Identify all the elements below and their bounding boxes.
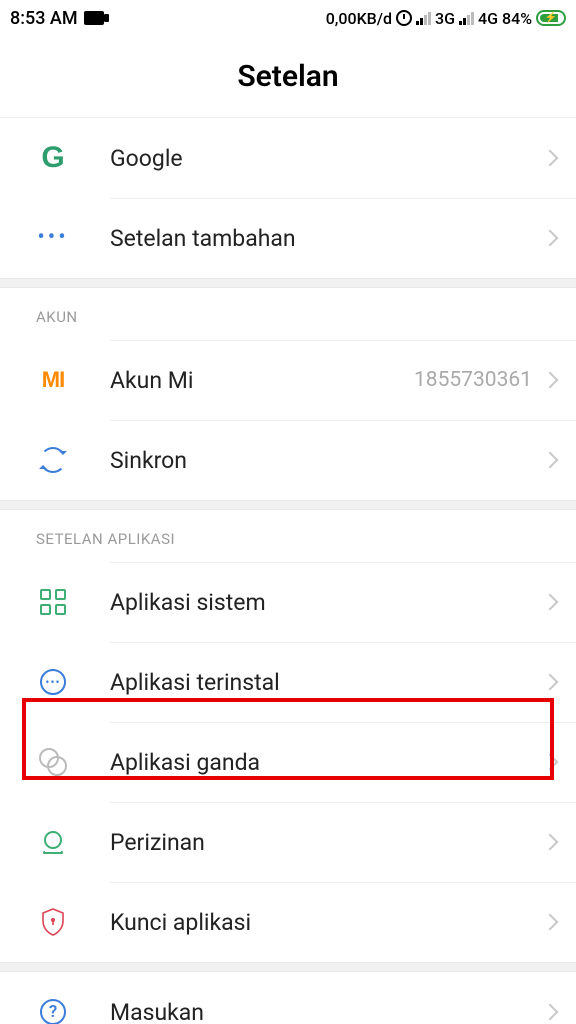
section-divider bbox=[0, 962, 576, 972]
google-icon: G bbox=[36, 141, 70, 175]
settings-item-label: Kunci aplikasi bbox=[110, 909, 544, 936]
settings-item-label: Sinkron bbox=[110, 447, 544, 474]
signal-2-icon bbox=[459, 11, 474, 25]
chevron-right-icon bbox=[542, 754, 559, 771]
settings-item-sync[interactable]: Sinkron bbox=[0, 420, 576, 500]
page-title: Setelan bbox=[0, 36, 576, 118]
more-icon: ••• bbox=[36, 221, 70, 255]
section-divider bbox=[0, 500, 576, 510]
section-header-account: AKUN bbox=[0, 288, 576, 340]
settings-group-apps: Aplikasi sistem ••• Aplikasi terinstal A… bbox=[0, 562, 576, 962]
settings-item-label: Masukan bbox=[110, 999, 544, 1024]
settings-item-google[interactable]: G Google bbox=[0, 118, 576, 198]
permission-icon bbox=[36, 825, 70, 859]
settings-item-system-apps[interactable]: Aplikasi sistem bbox=[0, 562, 576, 642]
settings-item-feedback[interactable]: ? Masukan bbox=[0, 972, 576, 1024]
network-1-label: 3G bbox=[435, 9, 455, 28]
chevron-right-icon bbox=[542, 150, 559, 167]
mi-icon: MI bbox=[36, 363, 70, 397]
settings-item-additional[interactable]: ••• Setelan tambahan bbox=[0, 198, 576, 278]
chevron-right-icon bbox=[542, 1004, 559, 1021]
settings-item-app-lock[interactable]: Kunci aplikasi bbox=[0, 882, 576, 962]
chevron-right-icon bbox=[542, 914, 559, 931]
camera-icon bbox=[84, 11, 104, 25]
chevron-right-icon bbox=[542, 594, 559, 611]
settings-group-account: MI Akun Mi 1855730361 Sinkron bbox=[0, 340, 576, 500]
settings-item-dual-apps[interactable]: Aplikasi ganda bbox=[0, 722, 576, 802]
clock: 8:53 AM bbox=[10, 8, 78, 29]
settings-item-label: Aplikasi sistem bbox=[110, 589, 544, 616]
chevron-right-icon bbox=[542, 834, 559, 851]
network-speed: 0,00KB/d bbox=[326, 9, 392, 28]
settings-item-label: Setelan tambahan bbox=[110, 225, 544, 252]
section-divider bbox=[0, 278, 576, 288]
settings-item-label: Akun Mi bbox=[110, 367, 414, 394]
chevron-right-icon bbox=[542, 674, 559, 691]
settings-group-general: G Google ••• Setelan tambahan bbox=[0, 118, 576, 278]
status-left: 8:53 AM bbox=[10, 8, 104, 29]
status-bar: 8:53 AM 0,00KB/d 3G 4G 84% ⚡ bbox=[0, 0, 576, 36]
section-header-apps: SETELAN APLIKASI bbox=[0, 510, 576, 562]
dual-circles-icon bbox=[36, 745, 70, 779]
chevron-right-icon bbox=[542, 372, 559, 389]
settings-item-value: 1855730361 bbox=[414, 368, 532, 392]
shield-lock-icon bbox=[36, 905, 70, 939]
settings-item-label: Google bbox=[110, 145, 544, 172]
alarm-icon bbox=[396, 10, 412, 26]
chevron-right-icon bbox=[542, 452, 559, 469]
question-icon: ? bbox=[36, 995, 70, 1024]
settings-item-permissions[interactable]: Perizinan bbox=[0, 802, 576, 882]
settings-item-label: Perizinan bbox=[110, 829, 544, 856]
sync-icon bbox=[36, 443, 70, 477]
settings-item-label: Aplikasi terinstal bbox=[110, 669, 544, 696]
grid-icon bbox=[36, 585, 70, 619]
settings-group-feedback: ? Masukan bbox=[0, 972, 576, 1024]
chevron-right-icon bbox=[542, 230, 559, 247]
battery-percent: 84% bbox=[502, 9, 532, 28]
status-right: 0,00KB/d 3G 4G 84% ⚡ bbox=[326, 9, 566, 28]
signal-1-icon bbox=[416, 11, 431, 25]
battery-icon: ⚡ bbox=[536, 10, 566, 26]
settings-item-label: Aplikasi ganda bbox=[110, 749, 544, 776]
network-2-label: 4G bbox=[478, 9, 498, 28]
settings-item-mi-account[interactable]: MI Akun Mi 1855730361 bbox=[0, 340, 576, 420]
settings-item-installed-apps[interactable]: ••• Aplikasi terinstal bbox=[0, 642, 576, 722]
circle-dots-icon: ••• bbox=[36, 665, 70, 699]
